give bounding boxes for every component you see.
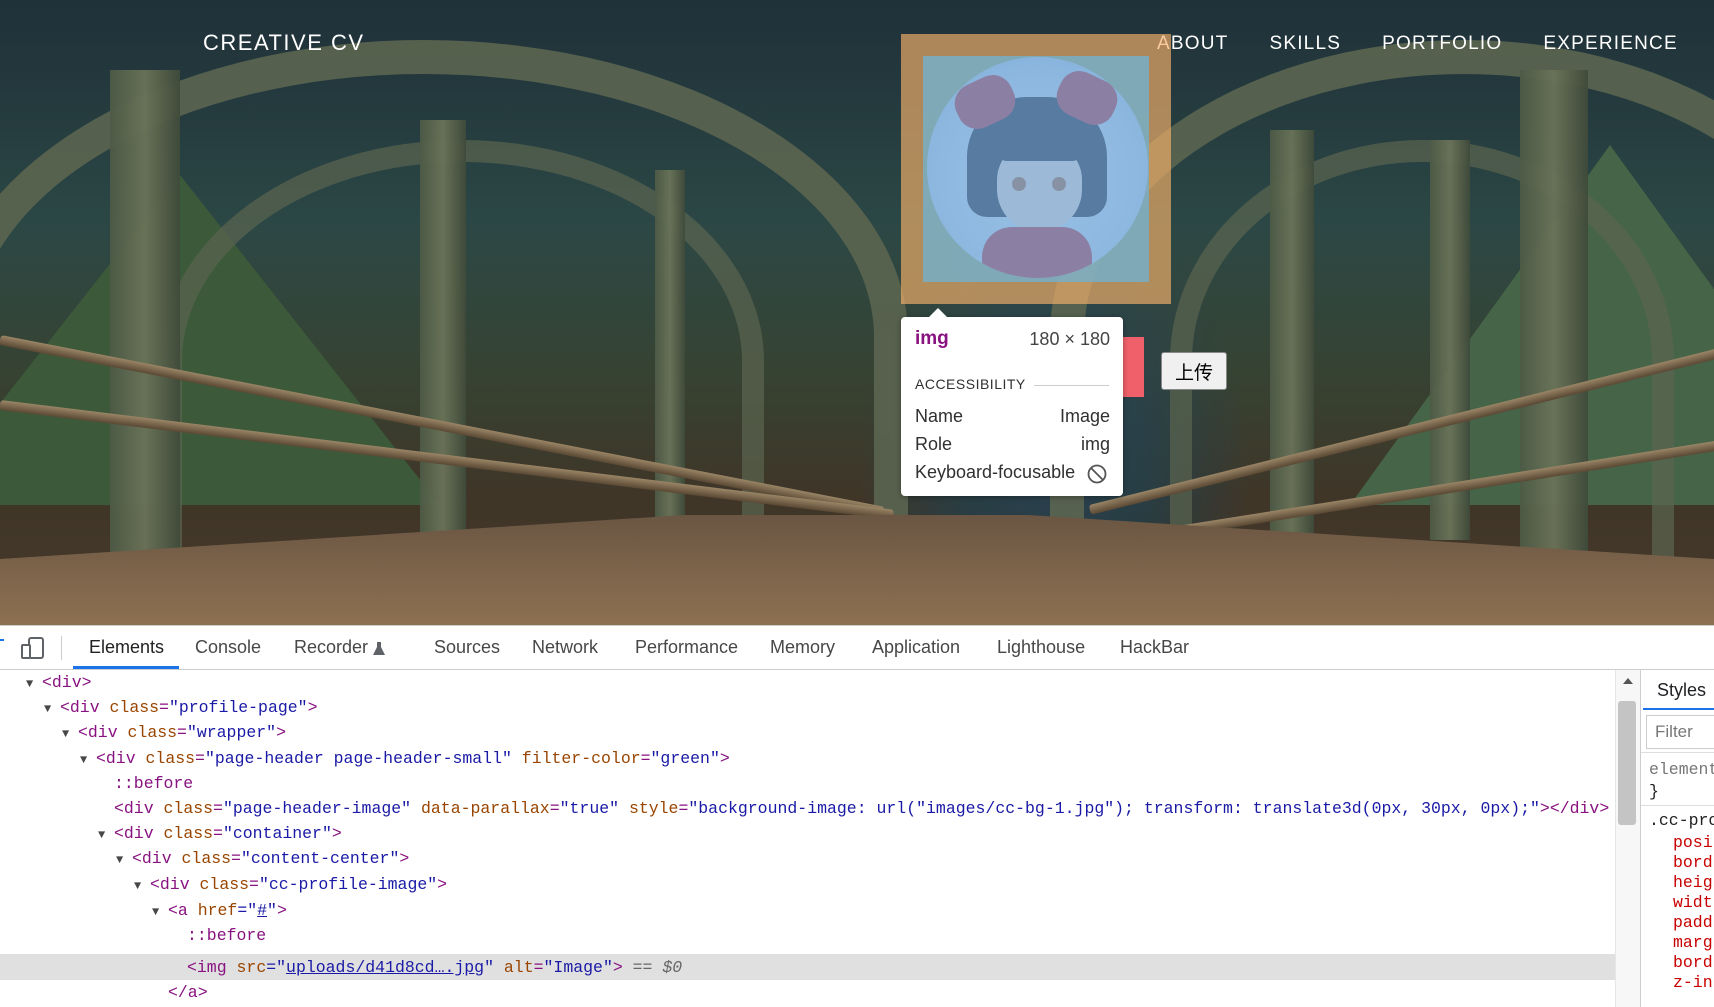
tab-memory[interactable]: Memory — [770, 637, 835, 658]
active-tab-indicator — [1643, 708, 1714, 710]
brand-logo[interactable]: CREATIVE CV — [203, 30, 365, 56]
expand-triangle-icon[interactable]: ▼ — [80, 748, 96, 773]
girder — [110, 70, 180, 560]
dom-node[interactable]: ▼ <div class="page-header page-header-sma… — [80, 746, 730, 771]
tab-network[interactable]: Network — [532, 637, 598, 658]
css-property[interactable]: widt — [1673, 893, 1713, 912]
dom-node[interactable]: ▼ <a href="#"> — [152, 898, 287, 923]
page-viewport: CREATIVE CV ABOUT SKILLS PORTFOLIO EXPER… — [0, 0, 1714, 625]
tooltip-tag-name: img — [915, 328, 949, 349]
dom-pseudo-before[interactable]: ::before — [187, 923, 266, 948]
tooltip-row-name: Name Image — [915, 406, 1110, 427]
dom-node[interactable]: ▼ <div class="container"> — [98, 821, 342, 846]
main-nav: ABOUT SKILLS PORTFOLIO EXPERIENCE — [1157, 33, 1678, 55]
styles-pane: Styles Filter element } .cc-pro posi bor… — [1640, 670, 1714, 1007]
css-selector: .cc-pro — [1649, 811, 1714, 830]
scroll-up-arrow-icon[interactable] — [1622, 676, 1634, 686]
dom-node[interactable]: ▼ <div class="content-center"> — [116, 846, 409, 871]
dom-node[interactable]: ▼ <div class="wrapper"> — [62, 720, 286, 745]
css-property[interactable]: z-in — [1673, 973, 1713, 992]
tab-separator — [61, 636, 62, 660]
tooltip-section-title: ACCESSIBILITY — [915, 376, 1026, 392]
experiment-flask-icon — [373, 642, 385, 655]
elements-dom-tree[interactable]: ▼ <div> ▼ <div class="profile-page"> ▼ <div… — [0, 670, 1615, 1007]
dom-node-close[interactable]: </a> — [168, 980, 208, 1005]
css-property[interactable]: marg — [1673, 933, 1713, 952]
expand-triangle-icon[interactable]: ▼ — [152, 900, 168, 925]
css-property[interactable]: posi — [1673, 833, 1713, 852]
tooltip-row-value: img — [1080, 434, 1110, 454]
scrollbar-thumb[interactable] — [1618, 701, 1636, 825]
tooltip-row-label: Keyboard-focusable — [915, 462, 1076, 482]
src-link[interactable]: uploads/d41d8cd….jpg — [286, 958, 484, 977]
expand-triangle-icon[interactable]: ▼ — [98, 823, 114, 848]
active-tab-indicator — [73, 666, 179, 669]
tab-hackbar[interactable]: HackBar — [1120, 637, 1189, 658]
dom-node[interactable]: <div class="page-header-image" data-para… — [114, 796, 1609, 821]
girder — [1270, 130, 1314, 540]
tooltip-row-role: Role img — [915, 434, 1110, 455]
tab-performance[interactable]: Performance — [635, 637, 738, 658]
inspect-element-icon[interactable] — [0, 638, 8, 658]
expand-triangle-icon[interactable]: ▼ — [44, 697, 60, 722]
devtools-tab-bar: Elements Console Recorder Sources Networ… — [0, 626, 1714, 670]
css-property[interactable]: bord — [1673, 853, 1713, 872]
devtools-panel: Elements Console Recorder Sources Networ… — [0, 625, 1714, 1007]
dom-node[interactable]: ▼ <div> — [26, 670, 92, 695]
tooltip-size: 180 × 180 — [1029, 329, 1110, 349]
divider — [1641, 752, 1714, 753]
tooltip-row-value: Image — [1059, 406, 1110, 426]
tab-sources[interactable]: Sources — [434, 637, 500, 658]
tab-console[interactable]: Console — [195, 637, 261, 658]
tab-application[interactable]: Application — [872, 637, 960, 658]
href-link[interactable]: # — [257, 901, 267, 920]
css-property[interactable]: padd — [1673, 913, 1713, 932]
css-property[interactable]: bord — [1673, 953, 1713, 972]
nav-experience[interactable]: EXPERIENCE — [1543, 33, 1677, 55]
dom-node[interactable]: ▼ <div class="profile-page"> — [44, 695, 317, 720]
expand-triangle-icon[interactable]: ▼ — [62, 722, 78, 747]
divider — [1641, 805, 1714, 806]
nav-skills[interactable]: SKILLS — [1269, 33, 1341, 55]
girder — [1520, 70, 1588, 560]
not-allowed-icon — [1087, 464, 1107, 484]
expand-triangle-icon[interactable]: ▼ — [26, 672, 42, 697]
css-property[interactable]: heig — [1673, 873, 1713, 892]
styles-filter-input[interactable]: Filter — [1646, 715, 1714, 749]
tooltip-row-label: Role — [915, 434, 953, 454]
dom-pseudo-before[interactable]: ::before — [114, 771, 193, 796]
girder — [420, 120, 466, 540]
tab-recorder[interactable]: Recorder — [294, 637, 368, 658]
rule-close-brace: } — [1649, 782, 1659, 801]
tooltip-divider — [1034, 385, 1109, 386]
tab-styles[interactable]: Styles — [1657, 680, 1706, 701]
expand-triangle-icon[interactable]: ▼ — [134, 874, 150, 899]
device-toolbar-icon[interactable] — [20, 637, 46, 659]
inspect-tooltip: img 180 × 180 ACCESSIBILITY Name Image R… — [901, 308, 1123, 496]
element-style-rule: element — [1649, 760, 1714, 779]
tooltip-row-focusable: Keyboard-focusable — [915, 462, 1110, 484]
expand-triangle-icon[interactable]: ▼ — [116, 848, 132, 873]
dom-node[interactable]: ▼ <div class="cc-profile-image"> — [134, 872, 447, 897]
tab-elements[interactable]: Elements — [89, 637, 164, 658]
dom-node-selected[interactable]: <img src="uploads/d41d8cd….jpg" alt="Ima… — [187, 955, 682, 980]
upload-button[interactable]: 上传 — [1161, 352, 1227, 390]
nav-portfolio[interactable]: PORTFOLIO — [1382, 33, 1502, 55]
tooltip-row-label: Name — [915, 406, 964, 426]
highlight-content-box — [923, 56, 1149, 282]
tab-lighthouse[interactable]: Lighthouse — [997, 637, 1085, 658]
